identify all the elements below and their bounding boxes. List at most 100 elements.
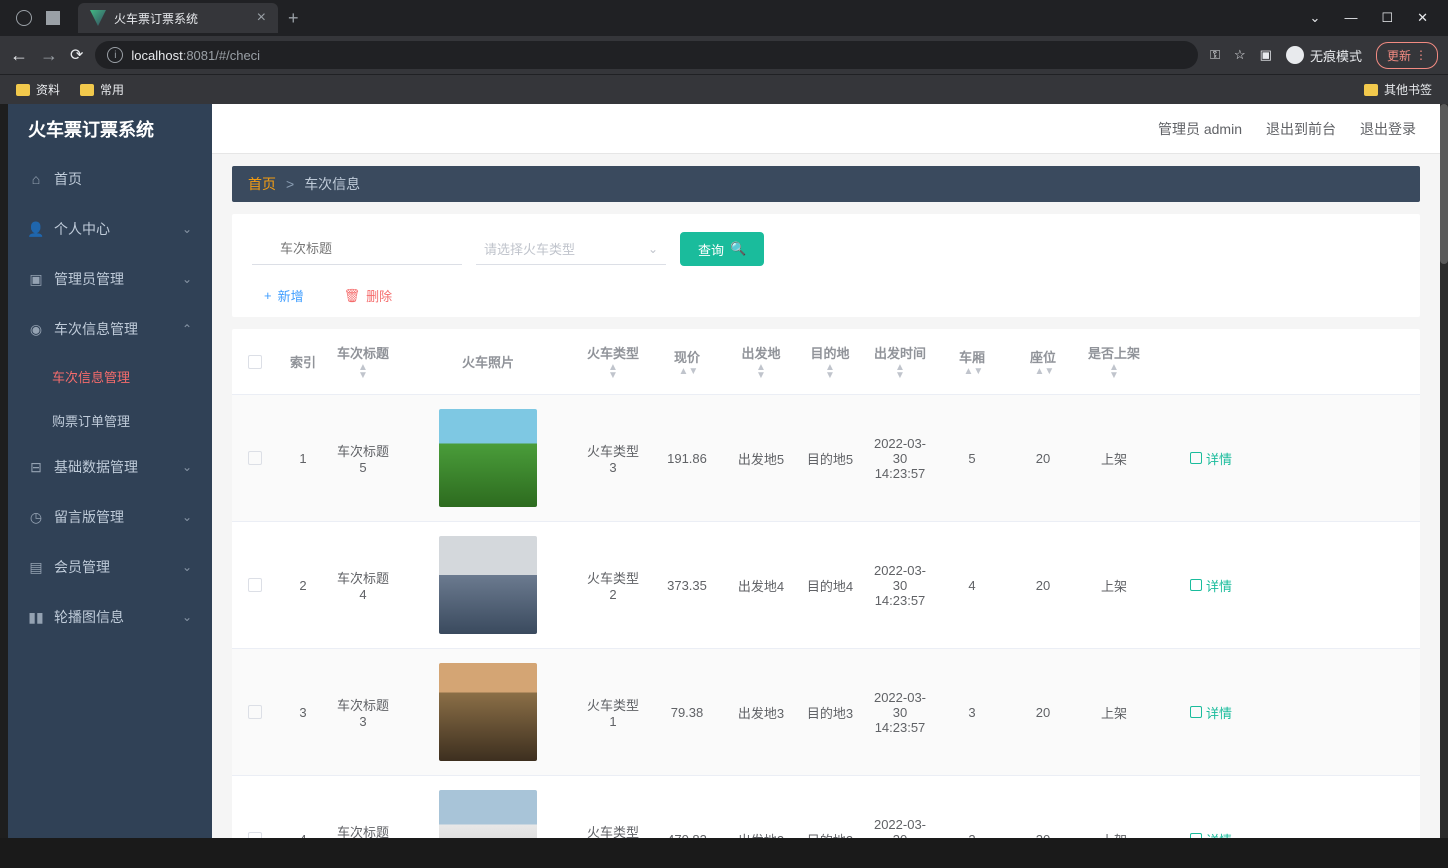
url-bar[interactable]: i localhost:8081/#/checi (95, 41, 1198, 69)
breadcrumb-home[interactable]: 首页 (248, 174, 276, 194)
th-time[interactable]: 出发时间▲▼ (864, 329, 936, 394)
th-title[interactable]: 车次标题▲▼ (328, 329, 398, 394)
sidebar: 火车票订票系统 ⌂ 首页 👤 个人中心 ⌄ ▣ 管理员管理 ⌄ ◉ 车次信息管理… (8, 104, 212, 838)
other-bookmarks[interactable]: 其他书签 (1364, 81, 1432, 98)
bars-icon: ▤ (28, 559, 44, 575)
sidebar-subitem-train-info[interactable]: 车次信息管理 (8, 354, 212, 398)
cell-photo (398, 776, 578, 838)
th-type[interactable]: 火车类型▲▼ (578, 329, 648, 394)
select-all-checkbox[interactable] (248, 355, 262, 369)
sort-icon: ▲▼ (825, 364, 835, 380)
cell-time: 2022-03-30 14:23:57 (864, 776, 936, 838)
cell-price: 470.82 (648, 776, 726, 838)
maximize-button[interactable]: ☐ (1381, 10, 1393, 26)
th-index[interactable]: 索引 (278, 329, 328, 394)
sidebar-item-carousel[interactable]: ▮▮ 轮播图信息 ⌄ (8, 592, 212, 642)
table-row: 4 车次标题2 火车类型1 470.82 出发地2 目的地2 2022-03-3… (232, 776, 1420, 838)
cell-index: 2 (278, 522, 328, 648)
cell-seat: 20 (1008, 522, 1078, 648)
folder-icon (16, 84, 30, 96)
filter-panel: 🔍 请选择火车类型 ⌄ 查询 🔍 + 新增 (232, 214, 1420, 317)
detail-button[interactable]: 详情 (1190, 449, 1232, 468)
sidebar-item-home[interactable]: ⌂ 首页 (8, 154, 212, 204)
sidebar-item-admin[interactable]: ▣ 管理员管理 ⌄ (8, 254, 212, 304)
sort-icon: ▲▼ (756, 364, 766, 380)
trash-icon: 🗑 (344, 288, 361, 304)
key-icon[interactable]: ⚿ (1210, 47, 1220, 63)
th-shelf[interactable]: 是否上架▲▼ (1078, 329, 1150, 394)
extensions-icon[interactable]: ▣ (1260, 47, 1272, 63)
star-icon[interactable]: ☆ (1234, 47, 1246, 63)
back-button[interactable]: ← (10, 45, 28, 66)
browser-tab[interactable]: 火车票订票系统 × (78, 3, 278, 33)
app-icon (46, 11, 60, 25)
url-host: localhost (131, 48, 182, 63)
sidebar-item-basedata[interactable]: ⊟ 基础数据管理 ⌄ (8, 442, 212, 492)
site-info-icon[interactable]: i (107, 47, 123, 63)
chevron-down-icon: ⌄ (182, 510, 192, 524)
chevron-down-icon[interactable]: ⌄ (1310, 10, 1321, 26)
chevron-down-icon: ⌄ (648, 242, 658, 256)
logout-link[interactable]: 退出登录 (1360, 119, 1416, 139)
refresh-button[interactable]: ⟳ (70, 45, 83, 65)
chevron-down-icon: ⌄ (182, 272, 192, 286)
sidebar-item-messages[interactable]: ◷ 留言版管理 ⌄ (8, 492, 212, 542)
browser-tab-strip: 火车票订票系统 × + ⌄ — ☐ ✕ (0, 0, 1448, 36)
cell-from: 出发地3 (726, 649, 796, 775)
th-from[interactable]: 出发地▲▼ (726, 329, 796, 394)
add-button[interactable]: + 新增 (264, 286, 304, 305)
row-checkbox[interactable] (248, 451, 262, 465)
cell-type: 火车类型1 (578, 649, 648, 775)
bookmark-folder[interactable]: 常用 (80, 81, 124, 98)
delete-button[interactable]: 🗑 删除 (344, 286, 393, 305)
sidebar-subitem-ticket-order[interactable]: 购票订单管理 (8, 398, 212, 442)
update-button[interactable]: 更新 ⋮ (1376, 42, 1438, 69)
minimize-button[interactable]: — (1344, 10, 1357, 26)
th-to[interactable]: 目的地▲▼ (796, 329, 864, 394)
vue-icon (90, 10, 106, 26)
chevron-down-icon: ⌄ (182, 610, 192, 624)
close-tab-icon[interactable]: × (257, 9, 266, 27)
new-tab-button[interactable]: + (288, 8, 299, 29)
cell-to: 目的地3 (796, 649, 864, 775)
main-content: 管理员 admin 退出到前台 退出登录 首页 > 车次信息 🔍 请选择火车类型 (212, 104, 1440, 838)
search-input[interactable] (252, 233, 462, 265)
sort-icon: ▲▼ (608, 364, 618, 380)
cell-index: 1 (278, 395, 328, 521)
bookmark-folder[interactable]: 资料 (16, 81, 60, 98)
th-seat[interactable]: 座位 ▲▼ (1008, 329, 1078, 394)
clock-icon: ◷ (28, 509, 44, 525)
th-price[interactable]: 现价 ▲▼ (648, 329, 726, 394)
sort-icon: ▲▼ (358, 364, 368, 380)
sidebar-item-train-info[interactable]: ◉ 车次信息管理 ⌃ (8, 304, 212, 354)
logout-front-link[interactable]: 退出到前台 (1266, 119, 1336, 139)
th-car[interactable]: 车厢 ▲▼ (936, 329, 1008, 394)
scrollbar-thumb[interactable] (1440, 104, 1448, 264)
train-image[interactable] (439, 536, 537, 634)
detail-button[interactable]: 详情 (1190, 576, 1232, 595)
train-image[interactable] (439, 409, 537, 507)
type-select[interactable]: 请选择火车类型 ⌄ (476, 233, 666, 265)
train-image[interactable] (439, 663, 537, 761)
cell-photo (398, 395, 578, 521)
sidebar-item-profile[interactable]: 👤 个人中心 ⌄ (8, 204, 212, 254)
forward-button[interactable]: → (40, 45, 58, 66)
query-button[interactable]: 查询 🔍 (680, 232, 764, 266)
row-checkbox[interactable] (248, 705, 262, 719)
sort-icon: ▲▼ (1109, 364, 1119, 380)
menu-icon: ⋮ (1415, 48, 1427, 62)
detail-button[interactable]: 详情 (1190, 830, 1232, 839)
cell-car: 4 (936, 522, 1008, 648)
close-button[interactable]: ✕ (1417, 10, 1428, 26)
table-row: 3 车次标题3 火车类型1 79.38 出发地3 目的地3 2022-03-30… (232, 649, 1420, 776)
detail-button[interactable]: 详情 (1190, 703, 1232, 722)
sidebar-item-members[interactable]: ▤ 会员管理 ⌄ (8, 542, 212, 592)
row-checkbox[interactable] (248, 578, 262, 592)
cell-to: 目的地2 (796, 776, 864, 838)
train-image[interactable] (439, 790, 537, 838)
admin-label[interactable]: 管理员 admin (1158, 119, 1242, 139)
scrollbar-vertical[interactable] (1440, 104, 1448, 838)
app-title: 火车票订票系统 (8, 104, 212, 154)
sort-icon: ▲▼ (1032, 368, 1055, 376)
cell-title: 车次标题5 (328, 395, 398, 521)
